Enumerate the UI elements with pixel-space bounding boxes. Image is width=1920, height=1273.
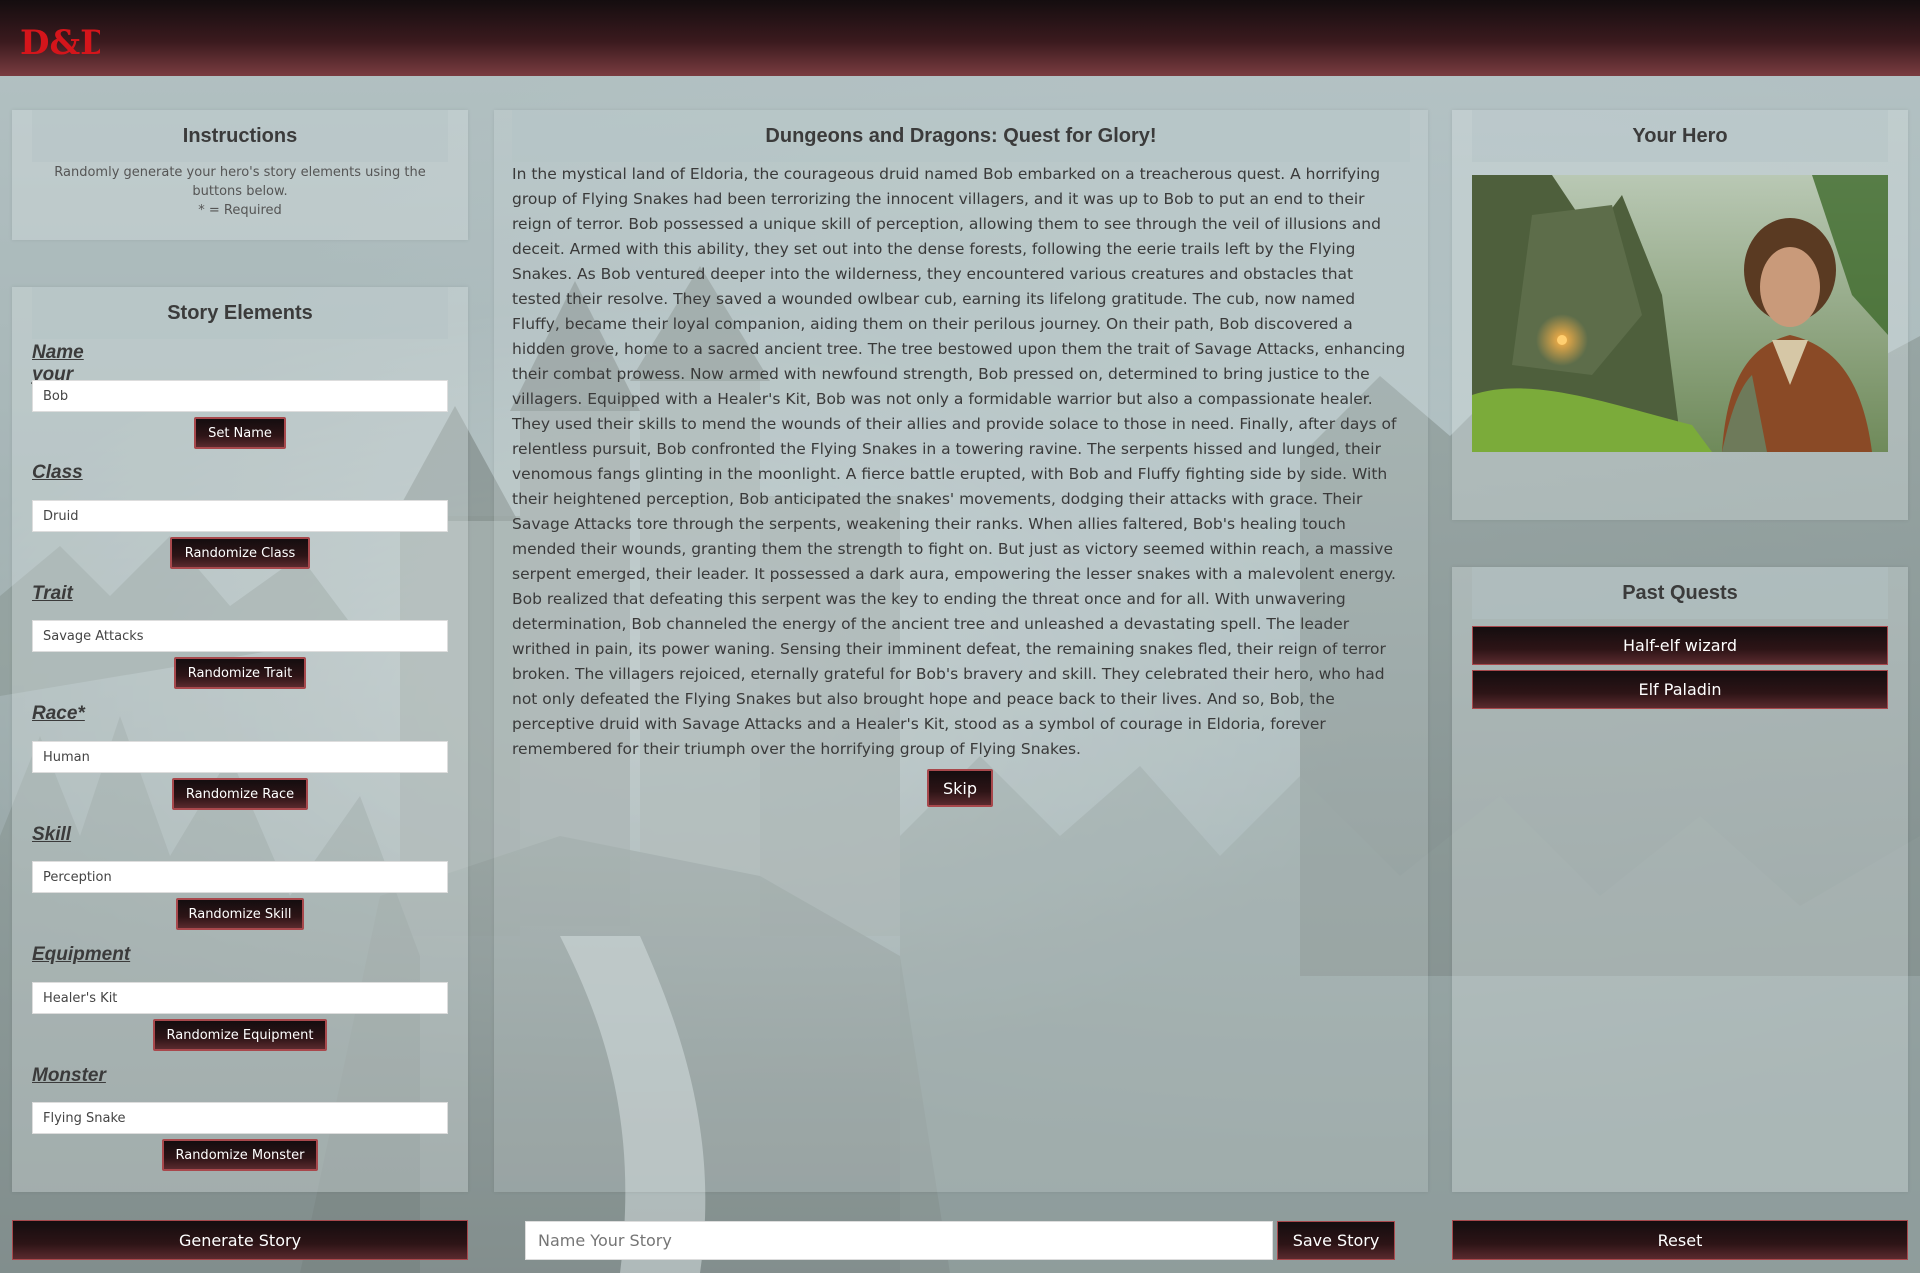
randomize-race-button[interactable]: Randomize Race — [172, 778, 308, 810]
randomize-trait-button[interactable]: Randomize Trait — [174, 657, 306, 689]
randomize-monster-button[interactable]: Randomize Monster — [162, 1139, 318, 1171]
hero-title: Your Hero — [1472, 110, 1888, 162]
required-note: * = Required — [198, 203, 282, 218]
dnd-logo[interactable]: D&D — [20, 14, 100, 64]
svg-text:D&D: D&D — [20, 23, 100, 63]
trait-input[interactable] — [32, 620, 448, 652]
past-quest-item[interactable]: Elf Paladin — [1472, 670, 1888, 709]
class-label: Class — [32, 462, 83, 483]
story-name-input[interactable] — [525, 1221, 1273, 1260]
equipment-input[interactable] — [32, 982, 448, 1014]
monster-input[interactable] — [32, 1102, 448, 1134]
skill-label: Skill — [32, 824, 72, 845]
class-input[interactable] — [32, 500, 448, 532]
randomize-skill-button[interactable]: Randomize Skill — [176, 898, 304, 930]
trait-label: Trait — [32, 583, 73, 604]
monster-label: Monster — [32, 1065, 106, 1086]
generate-story-button[interactable]: Generate Story — [12, 1220, 468, 1260]
story-elements-title: Story Elements — [32, 287, 448, 339]
race-label: Race* — [32, 703, 85, 724]
set-name-button[interactable]: Set Name — [194, 417, 286, 449]
skip-button[interactable]: Skip — [927, 769, 993, 807]
race-input[interactable] — [32, 741, 448, 773]
past-quest-item[interactable]: Half-elf wizard — [1472, 626, 1888, 665]
randomize-equipment-button[interactable]: Randomize Equipment — [153, 1019, 327, 1051]
reset-button[interactable]: Reset — [1452, 1220, 1908, 1260]
story-title: Dungeons and Dragons: Quest for Glory! — [512, 110, 1410, 162]
hero-portrait-image — [1472, 175, 1888, 452]
skill-input[interactable] — [32, 861, 448, 893]
instructions-text: Randomly generate your hero's story elem… — [54, 165, 426, 199]
instructions-panel: Instructions Randomly generate your hero… — [12, 110, 468, 240]
save-story-button[interactable]: Save Story — [1277, 1221, 1395, 1260]
instructions-title: Instructions — [32, 110, 448, 162]
story-text: In the mystical land of Eldoria, the cou… — [512, 165, 1406, 758]
top-navigation-bar: D&D — [0, 0, 1920, 76]
randomize-class-button[interactable]: Randomize Class — [170, 537, 310, 569]
hero-name-input[interactable] — [32, 380, 448, 412]
past-quests-title: Past Quests — [1472, 567, 1888, 619]
equipment-label: Equipment — [32, 944, 131, 965]
